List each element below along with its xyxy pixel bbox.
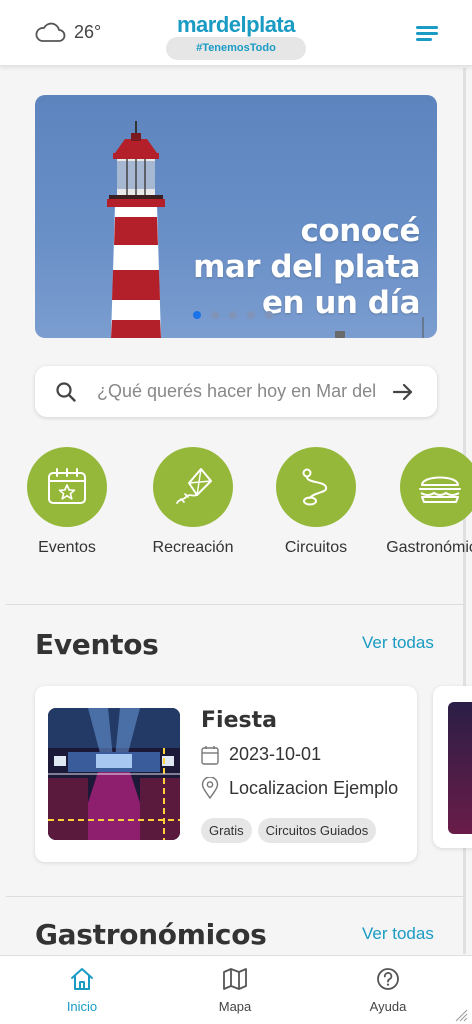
see-all-eventos-link[interactable]: Ver todas <box>362 633 434 653</box>
hero-carousel[interactable]: conocé mar del plata en un día <box>35 95 437 338</box>
event-date: 2023-10-01 <box>229 744 322 764</box>
map-icon <box>223 968 247 990</box>
logo-tagline: #TenemosTodo <box>166 37 306 60</box>
bottom-navigation: Inicio Mapa Ayuda <box>0 955 472 1024</box>
event-tags: Gratis Circuitos Guiados <box>201 818 377 843</box>
hamburger-menu-icon[interactable] <box>414 22 440 44</box>
carousel-dots <box>193 311 273 319</box>
nav-label: Mapa <box>218 999 252 1014</box>
tag-chip[interactable]: Gratis <box>201 818 252 843</box>
event-image <box>448 702 472 834</box>
category-label: Gastronómicos <box>386 539 472 556</box>
location-pin-icon <box>201 777 219 799</box>
nav-label: Inicio <box>66 999 98 1014</box>
brand-logo[interactable]: mardelplata #TenemosTodo <box>166 13 306 60</box>
cloud-icon <box>35 22 66 42</box>
event-title: Fiesta <box>201 708 277 733</box>
nav-item-ayuda[interactable]: Ayuda <box>338 966 438 1014</box>
section-divider <box>6 896 464 897</box>
logo-name: mardelplata <box>177 12 296 37</box>
section-title-eventos: Eventos <box>35 628 159 661</box>
search-icon[interactable] <box>55 381 77 403</box>
app-screen: 26° mardelplata #TenemosTodo conocé mar … <box>0 0 472 1024</box>
section-title-gastronomicos: Gastronómicos <box>35 918 267 951</box>
category-label: Recreación <box>152 539 234 556</box>
category-circle[interactable] <box>400 447 472 527</box>
calendar-star-icon <box>48 468 86 504</box>
carousel-dot[interactable] <box>211 311 219 319</box>
category-label: Circuitos <box>284 539 348 556</box>
event-card[interactable]: Fiesta 2023-10-01 Localizacion Ejemplo G… <box>35 686 417 862</box>
hero-line-2: mar del plata <box>193 249 420 285</box>
nav-item-mapa[interactable]: Mapa <box>185 966 285 1014</box>
category-circuitos[interactable]: Circuitos <box>256 447 376 557</box>
resize-handle-icon[interactable] <box>454 1008 468 1022</box>
category-label: Eventos <box>38 539 96 556</box>
category-shortcuts: Eventos Recreación Circuitos Gastronómi <box>0 447 472 567</box>
calendar-icon <box>201 745 219 765</box>
category-circle[interactable] <box>153 447 233 527</box>
weather-widget: 26° <box>34 20 101 44</box>
event-location-row: Localizacion Ejemplo <box>201 777 403 799</box>
temperature-text: 26° <box>74 21 102 42</box>
category-circle[interactable] <box>276 447 356 527</box>
hero-line-1: conocé <box>300 213 421 249</box>
event-date-row: 2023-10-01 <box>201 744 321 765</box>
carousel-dot[interactable] <box>229 311 237 319</box>
event-card-next[interactable] <box>433 686 472 848</box>
nav-item-inicio[interactable]: Inicio <box>32 966 132 1014</box>
section-divider <box>6 604 464 605</box>
burger-icon <box>419 476 461 503</box>
category-gastronomicos[interactable]: Gastronómicos <box>380 447 472 557</box>
arrow-right-icon[interactable] <box>391 380 415 404</box>
nav-label: Ayuda <box>369 999 407 1014</box>
concert-hall-image <box>48 708 180 840</box>
category-circle[interactable] <box>27 447 107 527</box>
see-all-gastronomicos-link[interactable]: Ver todas <box>362 924 434 944</box>
top-header: 26° mardelplata #TenemosTodo <box>0 0 472 66</box>
event-image <box>48 708 180 840</box>
search-input[interactable] <box>97 378 377 405</box>
category-eventos[interactable]: Eventos <box>7 447 127 557</box>
event-location: Localizacion Ejemplo <box>229 777 399 798</box>
search-bar[interactable] <box>35 366 437 417</box>
hero-headline: conocé mar del plata en un día <box>193 213 420 321</box>
carousel-dot[interactable] <box>265 311 273 319</box>
tag-chip[interactable]: Circuitos Guiados <box>257 818 377 843</box>
carousel-dot[interactable] <box>193 311 201 319</box>
carousel-dot[interactable] <box>247 311 255 319</box>
category-recreacion[interactable]: Recreación <box>133 447 253 557</box>
help-circle-icon <box>377 968 399 990</box>
home-icon <box>71 968 93 990</box>
route-icon <box>302 468 328 506</box>
kite-icon <box>176 468 212 504</box>
